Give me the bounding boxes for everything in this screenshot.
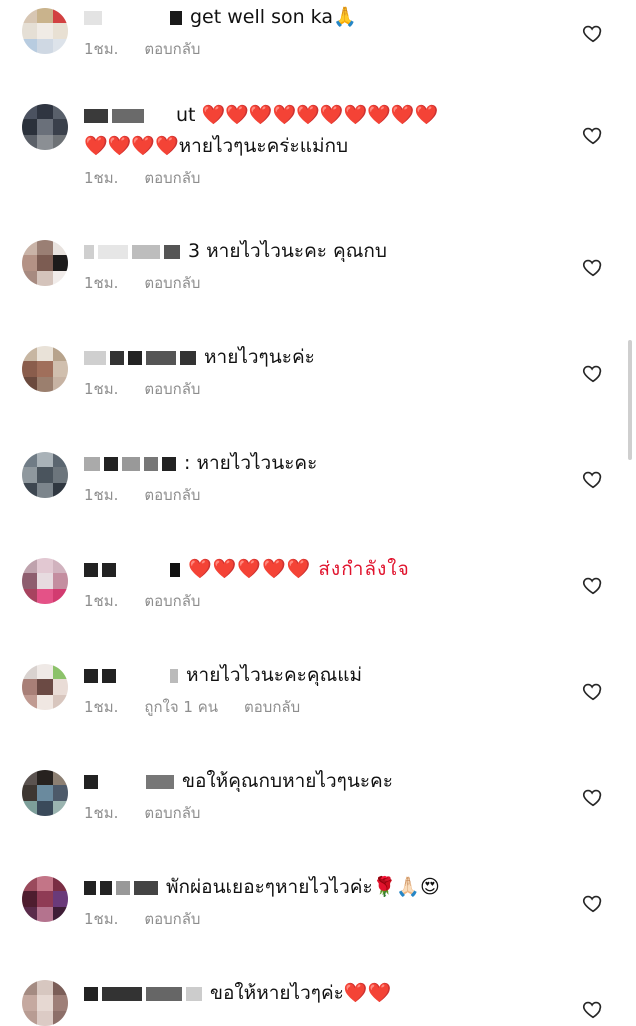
comment-text: ขอให้หายไวๆค่ะ❤️❤️ [84,978,566,1009]
comment-meta: 1ชม. ตอบกลับ [84,907,566,931]
comment-time: 1ชม. [84,169,119,187]
heart-outline-icon [582,127,602,145]
avatar[interactable] [22,770,68,816]
avatar[interactable] [22,346,68,392]
comment-text-line2: ❤️❤️❤️❤️หายไวๆนะคร่ะแม่กบ [84,135,349,157]
heart-outline-icon [582,259,602,277]
blurred-username[interactable] [84,448,180,479]
blurred-username[interactable] [84,2,186,33]
heart-outline-icon [582,471,602,489]
comment-meta: 1ชม. ตอบกลับ [84,377,566,401]
reply-button[interactable]: ตอบกลับ [144,910,200,928]
comment-body: get well son ka🙏 [190,6,357,28]
reply-button[interactable]: ตอบกลับ [144,274,200,292]
comment-text: ut ❤️❤️❤️❤️❤️❤️❤️❤️❤️❤️ [84,100,566,131]
reply-button[interactable]: ตอบกลับ [244,698,300,716]
comment-time: 1ชม. [84,698,119,716]
like-button[interactable] [582,574,604,596]
comment-meta: 1ชม. ตอบกลับ [84,589,566,613]
avatar[interactable] [22,104,68,150]
comment-text: หายไวๆนะค่ะ [84,342,566,373]
comment-meta: 1ชม. ตอบกลับ [84,801,566,825]
like-button[interactable] [582,256,604,278]
comment-text: หายไวไวนะคะคุณแม่ [84,660,566,691]
reply-button[interactable]: ตอบกลับ [144,592,200,610]
reply-button[interactable]: ตอบกลับ [144,40,200,58]
heart-outline-icon [582,683,602,701]
comment-body: พักผ่อนเยอะๆหายไวไวค่ะ🌹🙏🏻😍 [166,876,440,898]
comment-body: : หายไวไวนะคะ [184,452,318,474]
comment-body: ขอให้หายไวๆค่ะ❤️❤️ [210,982,392,1004]
avatar[interactable] [22,664,68,710]
avatar[interactable] [22,8,68,54]
blurred-username[interactable] [84,554,184,585]
comment-body: หายไวไวนะคะคุณแม่ [186,664,362,686]
reply-button[interactable]: ตอบกลับ [144,380,200,398]
comment-time: 1ชม. [84,910,119,928]
like-button[interactable] [582,680,604,702]
comment-body: ❤️❤️❤️❤️❤️ ส่งกำลังใจ [188,558,410,580]
like-button[interactable] [582,22,604,44]
comment-text: พักผ่อนเยอะๆหายไวไวค่ะ🌹🙏🏻😍 [84,872,566,903]
comment-body: 3 หายไวไวนะคะ คุณกบ [188,240,387,262]
like-button[interactable] [582,892,604,914]
comment-time: 1ชม. [84,804,119,822]
avatar[interactable] [22,558,68,604]
comment-body: ut ❤️❤️❤️❤️❤️❤️❤️❤️❤️❤️ [176,104,439,126]
comment-meta: 1ชม. ตอบกลับ [84,271,566,295]
comment-text: ❤️❤️❤️❤️❤️ ส่งกำลังใจ [84,554,566,585]
heart-outline-icon [582,895,602,913]
comment-time: 1ชม. [84,592,119,610]
like-button[interactable] [582,362,604,384]
heart-outline-icon [582,365,602,383]
comment-body: ขอให้คุณกบหายไวๆนะคะ [182,770,393,792]
likes-count[interactable]: ถูกใจ 1 คน [144,698,218,716]
comment-text: 3 หายไวไวนะคะ คุณกบ [84,236,566,267]
blurred-username[interactable] [84,342,200,373]
blurred-username[interactable] [84,660,182,691]
comment-body: หายไวๆนะค่ะ [204,346,315,368]
like-button[interactable] [582,468,604,490]
heart-outline-icon [582,789,602,807]
comment-meta: 1ชม. ถูกใจ 1 คน ตอบกลับ [84,695,566,719]
avatar[interactable] [22,980,68,1026]
reply-button[interactable]: ตอบกลับ [144,486,200,504]
avatar[interactable] [22,876,68,922]
comment-time: 1ชม. [84,486,119,504]
comment-meta: 1ชม. ตอบกลับ [84,37,566,61]
avatar[interactable] [22,240,68,286]
blurred-username[interactable] [84,766,178,797]
comment-meta: 1ชม. ตอบกลับ [84,166,566,190]
reply-button[interactable]: ตอบกลับ [144,169,200,187]
heart-outline-icon [582,25,602,43]
comment-text: : หายไวไวนะคะ [84,448,566,479]
blurred-username[interactable] [84,236,184,267]
comment-text: ขอให้คุณกบหายไวๆนะคะ [84,766,566,797]
like-button[interactable] [582,124,604,146]
scrollbar[interactable] [628,340,632,460]
comment-meta: 1ชม. ตอบกลับ [84,483,566,507]
heart-outline-icon [582,577,602,595]
like-button[interactable] [582,786,604,808]
comment-time: 1ชม. [84,380,119,398]
comment-text: get well son ka🙏 [84,2,566,33]
heart-outline-icon [582,1001,602,1019]
blurred-username[interactable] [84,100,172,131]
blurred-username[interactable] [84,872,162,903]
like-button[interactable] [582,998,604,1020]
comment-time: 1ชม. [84,40,119,58]
avatar[interactable] [22,452,68,498]
reply-button[interactable]: ตอบกลับ [144,804,200,822]
comment-time: 1ชม. [84,274,119,292]
blurred-username[interactable] [84,978,206,1009]
